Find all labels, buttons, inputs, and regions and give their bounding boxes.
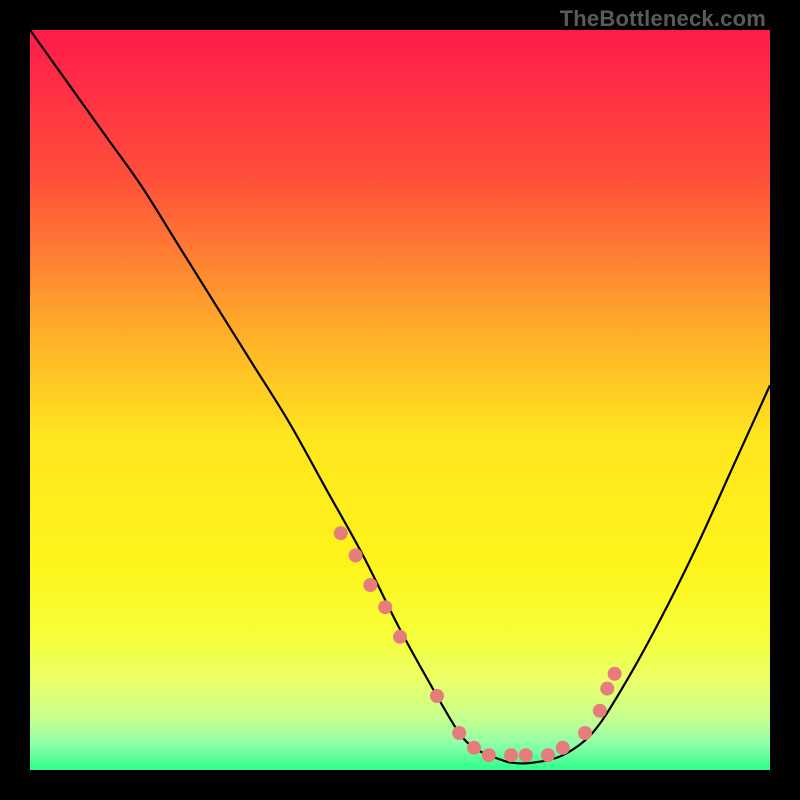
highlight-dot — [556, 741, 570, 755]
chart-container: TheBottleneck.com — [0, 0, 800, 800]
highlight-dot — [504, 748, 518, 762]
highlight-dot — [482, 748, 496, 762]
watermark-text: TheBottleneck.com — [560, 6, 766, 32]
highlight-dot — [378, 600, 392, 614]
highlight-dot — [519, 748, 533, 762]
highlight-dot — [349, 548, 363, 562]
curve-layer — [30, 30, 770, 770]
highlight-dot — [334, 526, 348, 540]
highlight-dot — [541, 748, 555, 762]
plot-area — [30, 30, 770, 770]
highlight-dot — [608, 667, 622, 681]
highlight-dot — [430, 689, 444, 703]
highlight-dot — [363, 578, 377, 592]
highlight-dot — [393, 630, 407, 644]
highlight-dot — [467, 741, 481, 755]
highlight-dots — [334, 526, 622, 762]
highlight-dot — [593, 704, 607, 718]
highlight-dot — [600, 682, 614, 696]
bottleneck-curve — [30, 30, 770, 764]
highlight-dot — [578, 726, 592, 740]
highlight-dot — [452, 726, 466, 740]
